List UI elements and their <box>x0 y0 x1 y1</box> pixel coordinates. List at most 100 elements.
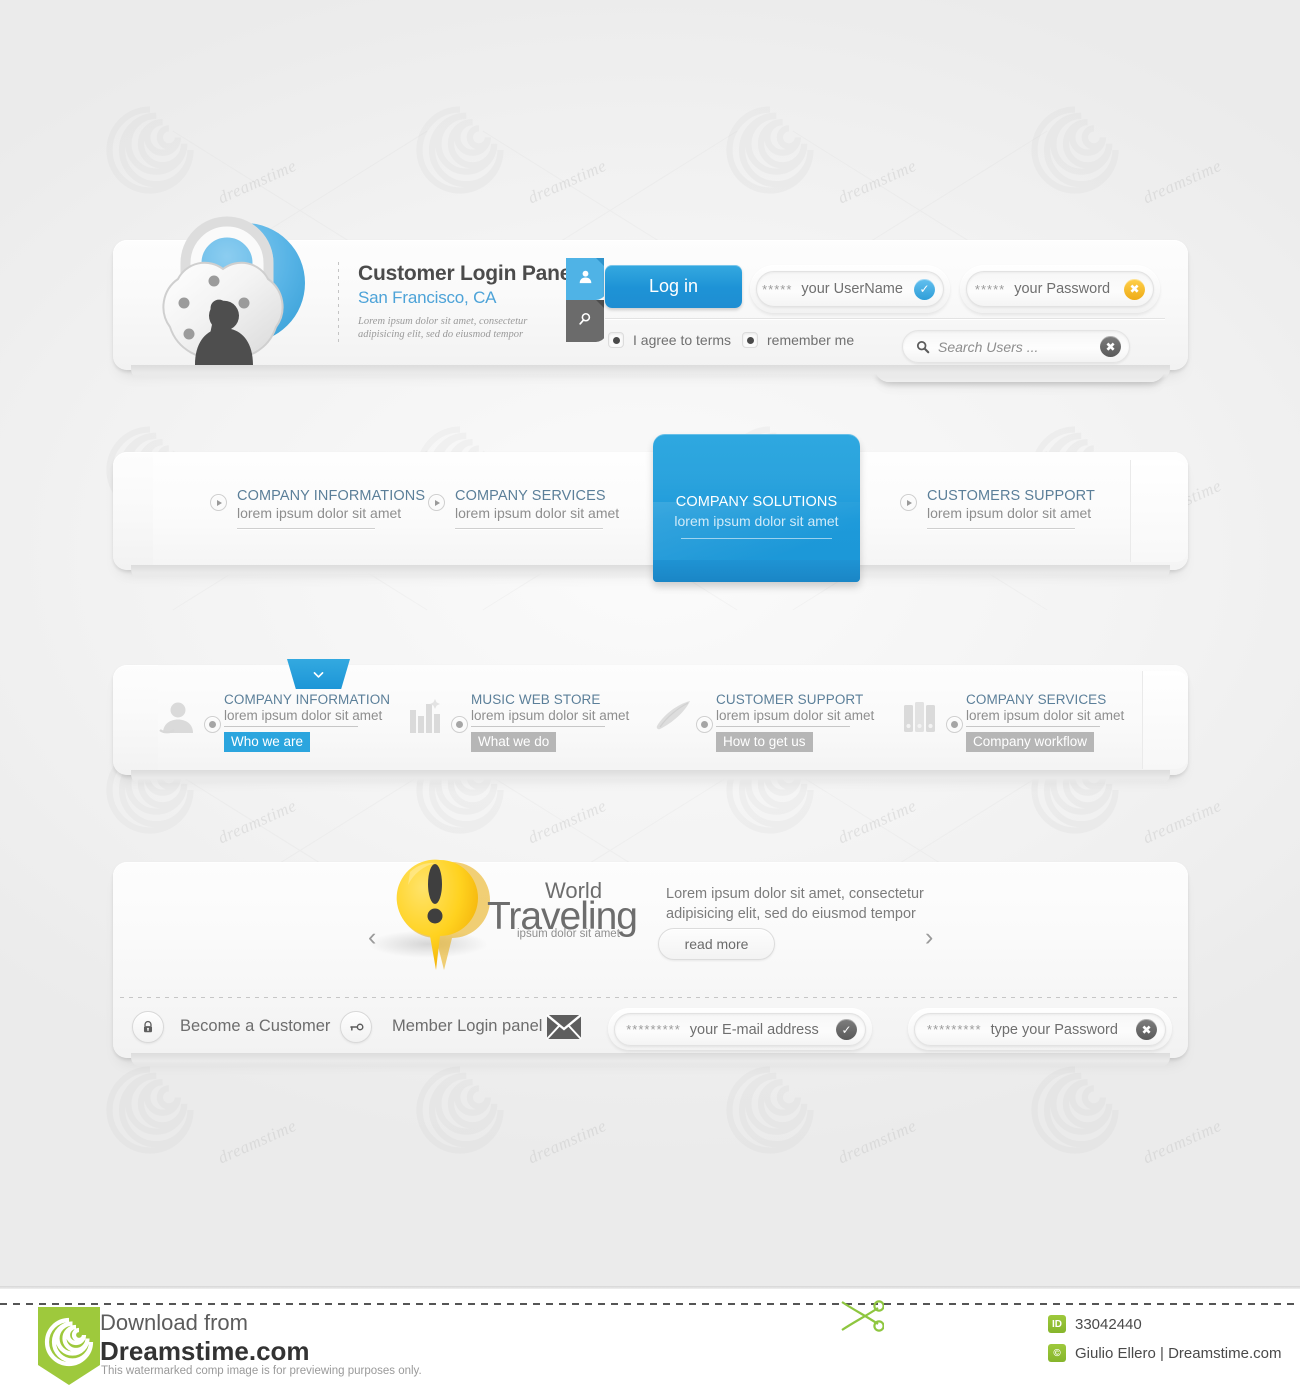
key-icon[interactable] <box>340 1011 372 1043</box>
nav-item-customers-support[interactable]: CUSTOMERS SUPPORT lorem ipsum dolor sit … <box>900 488 1095 529</box>
member-password-masked-value: ********* <box>927 1022 982 1037</box>
tab-user-ribbon[interactable] <box>566 258 610 300</box>
email-field[interactable]: ********* your E-mail address ✓ <box>614 1013 866 1046</box>
email-label: your E-mail address <box>689 1021 819 1038</box>
check-icon[interactable]: ✓ <box>835 1019 857 1040</box>
watermark-text: dreamstime <box>1140 795 1225 848</box>
panel-shadow <box>131 770 1170 784</box>
password-label: your Password <box>1014 281 1111 297</box>
icon-nav-item-company-services[interactable]: COMPANY SERVICES lorem ipsum dolor sit a… <box>900 692 1124 752</box>
footer-meta: ID 33042440 © Giulio Ellero | Dreamstime… <box>1048 1315 1281 1373</box>
page-title: Customer Login Panel <box>358 262 577 285</box>
login-location: San Francisco, CA <box>358 288 497 307</box>
bullet-icon <box>451 716 468 733</box>
icon-nav-title: COMPANY SERVICES <box>966 692 1107 707</box>
search-icon <box>578 312 592 331</box>
bullet-icon <box>946 716 963 733</box>
footer-author: Giulio Ellero | Dreamstime.com <box>1075 1344 1282 1362</box>
nav-item-title: COMPANY INFORMATIONS <box>237 488 426 504</box>
remember-me-label: remember me <box>767 332 855 348</box>
search-icon <box>916 340 930 354</box>
nav-item-company-informations[interactable]: COMPANY INFORMATIONS lorem ipsum dolor s… <box>210 488 426 529</box>
carousel-prev-button[interactable]: ‹ <box>368 925 376 950</box>
footer-note: This watermarked comp image is for previ… <box>101 1365 422 1377</box>
icon-nav-sub: lorem ipsum dolor sit amet <box>716 708 875 723</box>
nav-item-rule <box>681 538 832 539</box>
icon-nav-rule <box>471 726 605 727</box>
search-users-input[interactable]: Search Users ... ✖ <box>902 330 1130 363</box>
remember-me-row[interactable]: remember me <box>742 332 854 348</box>
watermark-text: dreamstime <box>215 1115 300 1168</box>
read-more-button[interactable]: read more <box>658 928 775 960</box>
icon-nav-chip[interactable]: Company workflow <box>966 732 1095 752</box>
login-separator-line <box>605 318 1165 319</box>
panel-shadow <box>131 365 1170 379</box>
watermark-text: dreamstime <box>835 155 920 208</box>
watermark-text: dreamstime <box>835 1115 920 1168</box>
watermark-text: dreamstime <box>525 795 610 848</box>
username-label: your UserName <box>801 281 903 297</box>
icon-nav-title: COMPANY INFORMATION <box>224 692 391 707</box>
banner-divider <box>120 997 1182 998</box>
tab-search-ribbon[interactable] <box>566 300 610 342</box>
member-login-label[interactable]: Member Login panel <box>392 1017 542 1036</box>
footer-dashed-line <box>0 1303 1300 1305</box>
feather-icon <box>650 696 690 736</box>
icon-nav-chip[interactable]: How to get us <box>716 732 813 752</box>
footer-site-name: Dreamstime.com <box>100 1336 310 1366</box>
username-field[interactable]: ***** your UserName ✓ <box>756 271 944 307</box>
watermark-spiral <box>105 1065 195 1155</box>
watermark-spiral <box>725 1065 815 1155</box>
icon-nav-title: MUSIC WEB STORE <box>471 692 601 707</box>
agree-terms-row[interactable]: I agree to terms <box>608 332 731 348</box>
scissors-icon <box>838 1298 885 1334</box>
watermark-text: dreamstime <box>1140 1115 1225 1168</box>
binders-icon <box>900 696 940 736</box>
icon-nav-chip[interactable]: Who we are <box>224 732 311 752</box>
nav-item-sub: lorem ipsum dolor sit amet <box>927 505 1092 521</box>
agree-terms-radio[interactable] <box>608 332 624 348</box>
watermark-spiral <box>105 105 195 195</box>
become-customer-label[interactable]: Become a Customer <box>180 1017 330 1036</box>
icon-nav-item-customer-support[interactable]: CUSTOMER SUPPORT lorem ipsum dolor sit a… <box>650 692 875 752</box>
login-heading-group: Customer Login Panel San Francisco, CA L… <box>358 262 577 341</box>
search-placeholder: Search Users ... <box>938 338 1039 355</box>
envelope-icon[interactable] <box>546 1014 582 1045</box>
close-icon[interactable]: ✖ <box>1135 1019 1157 1040</box>
login-description: Lorem ipsum dolor sit amet, consectetur … <box>358 316 528 340</box>
page-root: dreamstime dreamstime dreamstime dreamst… <box>0 0 1300 1390</box>
login-button[interactable]: Log in <box>605 265 742 308</box>
bullet-icon <box>696 716 713 733</box>
password-field[interactable]: ***** your Password ✖ <box>966 271 1154 307</box>
watermark-text: dreamstime <box>1140 155 1225 208</box>
dropdown-tab[interactable] <box>287 659 350 689</box>
watermark-text: dreamstime <box>525 155 610 208</box>
footer-id-row: ID 33042440 <box>1048 1315 1281 1333</box>
close-icon[interactable]: ✖ <box>1123 278 1145 300</box>
icon-nav-sub: lorem ipsum dolor sit amet <box>471 708 630 723</box>
clear-search-icon[interactable]: ✖ <box>1100 336 1121 357</box>
travel-wordmark: World Traveling ipsum dolor sit amet <box>487 880 638 941</box>
lock-icon[interactable] <box>132 1011 164 1043</box>
play-icon <box>210 494 227 511</box>
play-icon <box>428 494 445 511</box>
icon-nav-chip[interactable]: What we do <box>471 732 557 752</box>
icon-nav-item-music-web-store[interactable]: MUSIC WEB STORE lorem ipsum dolor sit am… <box>405 692 630 752</box>
icon-nav-rule <box>716 726 850 727</box>
watermark-text: dreamstime <box>215 795 300 848</box>
nav-item-rule <box>455 528 603 529</box>
nav-item-company-services[interactable]: COMPANY SERVICES lorem ipsum dolor sit a… <box>428 488 619 529</box>
nav-right-notch <box>1142 671 1188 769</box>
id-badge-icon: ID <box>1048 1315 1066 1333</box>
icon-nav-item-company-information[interactable]: COMPANY INFORMATION lorem ipsum dolor si… <box>158 692 391 752</box>
nav-item-sub: lorem ipsum dolor sit amet <box>674 513 839 529</box>
nav-item-sub: lorem ipsum dolor sit amet <box>237 505 402 521</box>
check-icon[interactable]: ✓ <box>913 278 935 300</box>
agree-terms-label: I agree to terms <box>633 332 732 348</box>
icon-nav-sub: lorem ipsum dolor sit amet <box>224 708 383 723</box>
footer-id-value: 33042440 <box>1075 1315 1142 1333</box>
member-password-field[interactable]: ********* type your Password ✖ <box>914 1013 1166 1046</box>
nav-item-company-solutions-active[interactable]: COMPANY SOLUTIONS lorem ipsum dolor sit … <box>653 434 860 582</box>
remember-me-radio[interactable] <box>742 332 758 348</box>
carousel-next-button[interactable]: › <box>925 925 933 950</box>
